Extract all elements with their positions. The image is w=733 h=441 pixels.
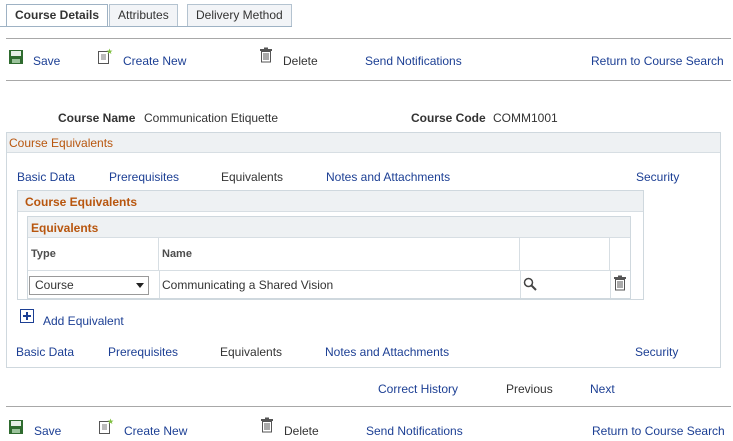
- grid-title: Equivalents: [31, 221, 99, 235]
- course-code-value: COMM1001: [493, 111, 558, 125]
- chevron-down-icon: [136, 283, 144, 288]
- tab-course-details[interactable]: Course Details: [6, 4, 109, 27]
- subnav-equivalents: Equivalents: [221, 170, 284, 184]
- type-select-value: Course: [35, 278, 74, 292]
- next-link[interactable]: Next: [590, 382, 615, 396]
- subnav-bottom-prerequisites[interactable]: Prerequisites: [108, 345, 178, 359]
- bottom-toolbar-divider: [6, 406, 731, 407]
- bottom-save-button[interactable]: Save: [34, 424, 61, 438]
- course-equivalents-group-header: [7, 133, 720, 153]
- correct-history-link[interactable]: Correct History: [378, 382, 458, 396]
- subnav-basic-data[interactable]: Basic Data: [17, 170, 75, 184]
- subnav-bottom-basic-data[interactable]: Basic Data: [16, 345, 74, 359]
- bottom-return-to-course-search-link[interactable]: Return to Course Search: [592, 424, 725, 438]
- trash-icon[interactable]: [259, 417, 275, 433]
- create-new-icon[interactable]: [98, 418, 114, 434]
- return-to-course-search-link[interactable]: Return to Course Search: [591, 54, 724, 68]
- subnav-prerequisites[interactable]: Prerequisites: [109, 170, 179, 184]
- subnav-security[interactable]: Security: [636, 170, 679, 184]
- section-title: Course Equivalents: [9, 136, 114, 150]
- bottom-send-notifications-link[interactable]: Send Notifications: [366, 424, 463, 438]
- grid-col-divider-2: [520, 271, 521, 298]
- grid-header-row: Type Name: [28, 238, 630, 271]
- grid-title-bar: [28, 217, 630, 238]
- equivalent-name-value: Communicating a Shared Vision: [162, 278, 334, 292]
- add-equivalent-link[interactable]: Add Equivalent: [43, 314, 124, 328]
- save-icon[interactable]: [8, 419, 24, 435]
- col-lookup-header: [520, 238, 610, 270]
- save-button[interactable]: Save: [33, 54, 60, 68]
- add-icon[interactable]: [20, 309, 34, 323]
- col-type-header: Type: [28, 238, 159, 270]
- toolbar-top-divider: [6, 38, 731, 39]
- trash-icon[interactable]: [258, 47, 274, 63]
- bottom-delete-button[interactable]: Delete: [284, 424, 319, 438]
- type-select[interactable]: Course: [29, 276, 149, 295]
- grid-col-divider-3: [610, 271, 611, 298]
- previous-link: Previous: [506, 382, 553, 396]
- create-new-icon[interactable]: [97, 48, 113, 64]
- bottom-create-new-button[interactable]: Create New: [124, 424, 187, 438]
- panel-title: Course Equivalents: [25, 195, 138, 209]
- subnav-bottom-notes-and-attachments[interactable]: Notes and Attachments: [325, 345, 449, 359]
- col-name-header: Name: [159, 238, 520, 270]
- delete-row-icon[interactable]: [613, 275, 627, 291]
- course-code-label: Course Code: [411, 111, 486, 125]
- subnav-bottom-equivalents: Equivalents: [220, 345, 283, 359]
- course-name-label: Course Name: [58, 111, 136, 125]
- save-icon[interactable]: [8, 49, 24, 65]
- subnav-notes-and-attachments[interactable]: Notes and Attachments: [326, 170, 450, 184]
- course-name-value: Communication Etiquette: [144, 111, 279, 125]
- toolbar-bottom-divider: [6, 80, 731, 81]
- tab-delivery-method[interactable]: Delivery Method: [187, 4, 292, 26]
- subnav-bottom-security[interactable]: Security: [635, 345, 678, 359]
- tab-underline: [0, 26, 292, 27]
- tab-attributes[interactable]: Attributes: [109, 4, 178, 26]
- create-new-button[interactable]: Create New: [123, 54, 186, 68]
- send-notifications-link[interactable]: Send Notifications: [365, 54, 462, 68]
- grid-col-divider-1: [159, 271, 160, 298]
- delete-button[interactable]: Delete: [283, 54, 318, 68]
- search-icon[interactable]: [523, 277, 537, 291]
